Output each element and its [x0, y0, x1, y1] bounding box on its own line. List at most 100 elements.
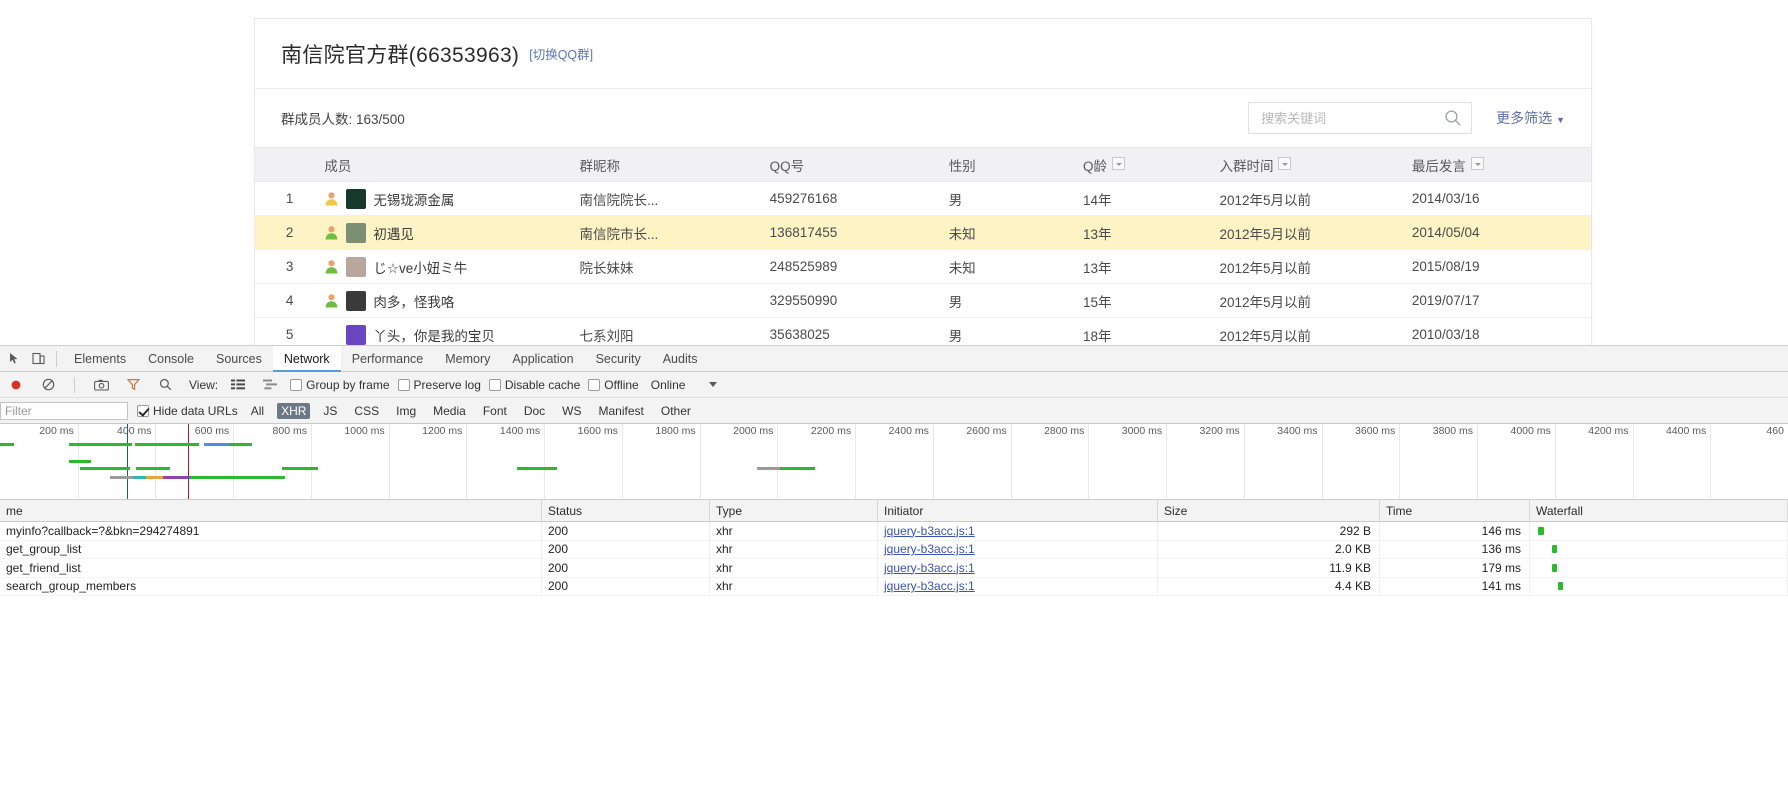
avatar[interactable] [346, 291, 366, 311]
avatar[interactable] [346, 189, 366, 209]
filter-funnel-icon[interactable] [121, 373, 145, 397]
cell-request-name[interactable]: myinfo?callback=?&bkn=294274891 [0, 522, 542, 541]
col-waterfall[interactable]: Waterfall [1530, 500, 1788, 522]
col-qq-label: QQ号 [770, 159, 805, 174]
initiator-link[interactable]: jquery-b3acc.js:1 [884, 524, 975, 538]
switch-qq-group-link[interactable]: [切换QQ群] [529, 44, 593, 63]
search-input[interactable] [1249, 103, 1429, 133]
tab-memory[interactable]: Memory [434, 346, 501, 372]
search-box[interactable] [1248, 102, 1472, 134]
group-by-frame-checkbox[interactable]: Group by frame [290, 378, 389, 392]
cell-waterfall[interactable] [1530, 522, 1788, 541]
tab-console[interactable]: Console [137, 346, 205, 372]
filter-type-manifest[interactable]: Manifest [595, 403, 648, 419]
cell-waterfall[interactable] [1530, 540, 1788, 559]
filter-type-img[interactable]: Img [392, 403, 420, 419]
cell-initiator[interactable]: jquery-b3acc.js:1 [878, 559, 1158, 578]
view-label: View: [189, 378, 218, 392]
tab-network[interactable]: Network [273, 346, 341, 372]
table-row[interactable]: 4肉多，怪我咯329550990男15年2012年5月以前2019/07/17 [255, 284, 1591, 318]
col-jointime[interactable]: 入群时间 [1219, 148, 1411, 182]
filter-type-doc[interactable]: Doc [520, 403, 549, 419]
avatar[interactable] [346, 325, 366, 345]
cell-member[interactable]: 肉多，怪我咯 [324, 284, 579, 318]
col-gender[interactable]: 性别 [949, 148, 1083, 182]
col-initiator[interactable]: Initiator [878, 500, 1158, 522]
col-member[interactable]: 成员 [324, 148, 579, 182]
record-icon[interactable] [4, 373, 28, 397]
filter-type-js[interactable]: JS [319, 403, 341, 419]
filter-type-other[interactable]: Other [657, 403, 695, 419]
tab-audits[interactable]: Audits [652, 346, 709, 372]
col-time[interactable]: Time [1380, 500, 1530, 522]
throttling-select[interactable]: Online [651, 378, 686, 392]
cell-request-name[interactable]: search_group_members [0, 577, 542, 596]
sort-toggle-icon[interactable] [1471, 157, 1484, 170]
tab-security[interactable]: Security [585, 346, 652, 372]
cell-request-name[interactable]: get_friend_list [0, 559, 542, 578]
tab-elements[interactable]: Elements [63, 346, 137, 372]
col-type[interactable]: Type [710, 500, 878, 522]
cell-initiator[interactable]: jquery-b3acc.js:1 [878, 540, 1158, 559]
col-qq[interactable]: QQ号 [770, 148, 949, 182]
table-row[interactable]: get_group_list200xhrjquery-b3acc.js:12.0… [0, 541, 1788, 560]
col-status[interactable]: Status [542, 500, 710, 522]
sort-toggle-icon[interactable] [1112, 157, 1125, 170]
filter-type-font[interactable]: Font [479, 403, 511, 419]
preserve-log-checkbox[interactable]: Preserve log [398, 378, 481, 392]
chevron-down-icon[interactable] [709, 382, 717, 387]
cell-initiator[interactable]: jquery-b3acc.js:1 [878, 522, 1158, 541]
checkbox-box[interactable] [398, 379, 410, 391]
filter-type-ws[interactable]: WS [558, 403, 585, 419]
search-icon[interactable] [153, 373, 177, 397]
checkbox-box[interactable] [588, 379, 600, 391]
table-row[interactable]: get_friend_list200xhrjquery-b3acc.js:111… [0, 559, 1788, 578]
table-row[interactable]: 2初遇见南信院市长...136817455未知13年2012年5月以前2014/… [255, 216, 1591, 250]
col-lastspeak[interactable]: 最后发言 [1412, 148, 1591, 182]
network-filter-input[interactable] [0, 402, 128, 420]
avatar[interactable] [346, 223, 366, 243]
clear-icon[interactable] [36, 373, 60, 397]
checkbox-box[interactable] [137, 405, 149, 417]
col-nickname[interactable]: 群昵称 [579, 148, 769, 182]
col-size[interactable]: Size [1158, 500, 1380, 522]
filter-type-all[interactable]: All [247, 403, 268, 419]
table-row[interactable]: search_group_members200xhrjquery-b3acc.j… [0, 578, 1788, 597]
table-row[interactable]: 3じ☆ve小妞ミ牛院长妹妹248525989未知13年2012年5月以前2015… [255, 250, 1591, 284]
col-name[interactable]: me [0, 500, 542, 522]
search-icon[interactable] [1444, 109, 1462, 127]
tab-performance[interactable]: Performance [341, 346, 435, 372]
list-view-icon[interactable] [226, 373, 250, 397]
filter-type-xhr[interactable]: XHR [277, 403, 310, 419]
initiator-link[interactable]: jquery-b3acc.js:1 [884, 579, 975, 593]
inspect-element-icon[interactable] [2, 347, 26, 371]
cell-request-name[interactable]: get_group_list [0, 540, 542, 559]
table-row[interactable]: 1无锡珑源金属南信院院长...459276168男14年2012年5月以前201… [255, 182, 1591, 216]
cell-member[interactable]: じ☆ve小妞ミ牛 [324, 250, 579, 284]
more-filters-button[interactable]: 更多筛选▼ [1496, 108, 1565, 128]
table-row[interactable]: myinfo?callback=?&bkn=294274891200xhrjqu… [0, 522, 1788, 541]
bars-view-icon[interactable] [258, 373, 282, 397]
filter-type-media[interactable]: Media [429, 403, 470, 419]
cell-waterfall[interactable] [1530, 577, 1788, 596]
initiator-link[interactable]: jquery-b3acc.js:1 [884, 542, 975, 556]
hide-data-urls-checkbox[interactable]: Hide data URLs [137, 404, 238, 418]
camera-icon[interactable] [89, 373, 113, 397]
toggle-device-toolbar-icon[interactable] [26, 347, 50, 371]
tab-sources[interactable]: Sources [205, 346, 273, 372]
cell-member[interactable]: 无锡珑源金属 [324, 182, 579, 216]
checkbox-box[interactable] [489, 379, 501, 391]
sort-toggle-icon[interactable] [1278, 157, 1291, 170]
avatar[interactable] [346, 257, 366, 277]
checkbox-box[interactable] [290, 379, 302, 391]
initiator-link[interactable]: jquery-b3acc.js:1 [884, 561, 975, 575]
network-timeline-overview[interactable]: 200 ms400 ms600 ms800 ms1000 ms1200 ms14… [0, 424, 1788, 500]
filter-type-css[interactable]: CSS [350, 403, 383, 419]
cell-initiator[interactable]: jquery-b3acc.js:1 [878, 577, 1158, 596]
disable-cache-checkbox[interactable]: Disable cache [489, 378, 580, 392]
col-qage[interactable]: Q龄 [1083, 148, 1220, 182]
cell-member[interactable]: 初遇见 [324, 216, 579, 250]
cell-waterfall[interactable] [1530, 559, 1788, 578]
tab-application[interactable]: Application [501, 346, 584, 372]
offline-checkbox[interactable]: Offline [588, 378, 638, 392]
